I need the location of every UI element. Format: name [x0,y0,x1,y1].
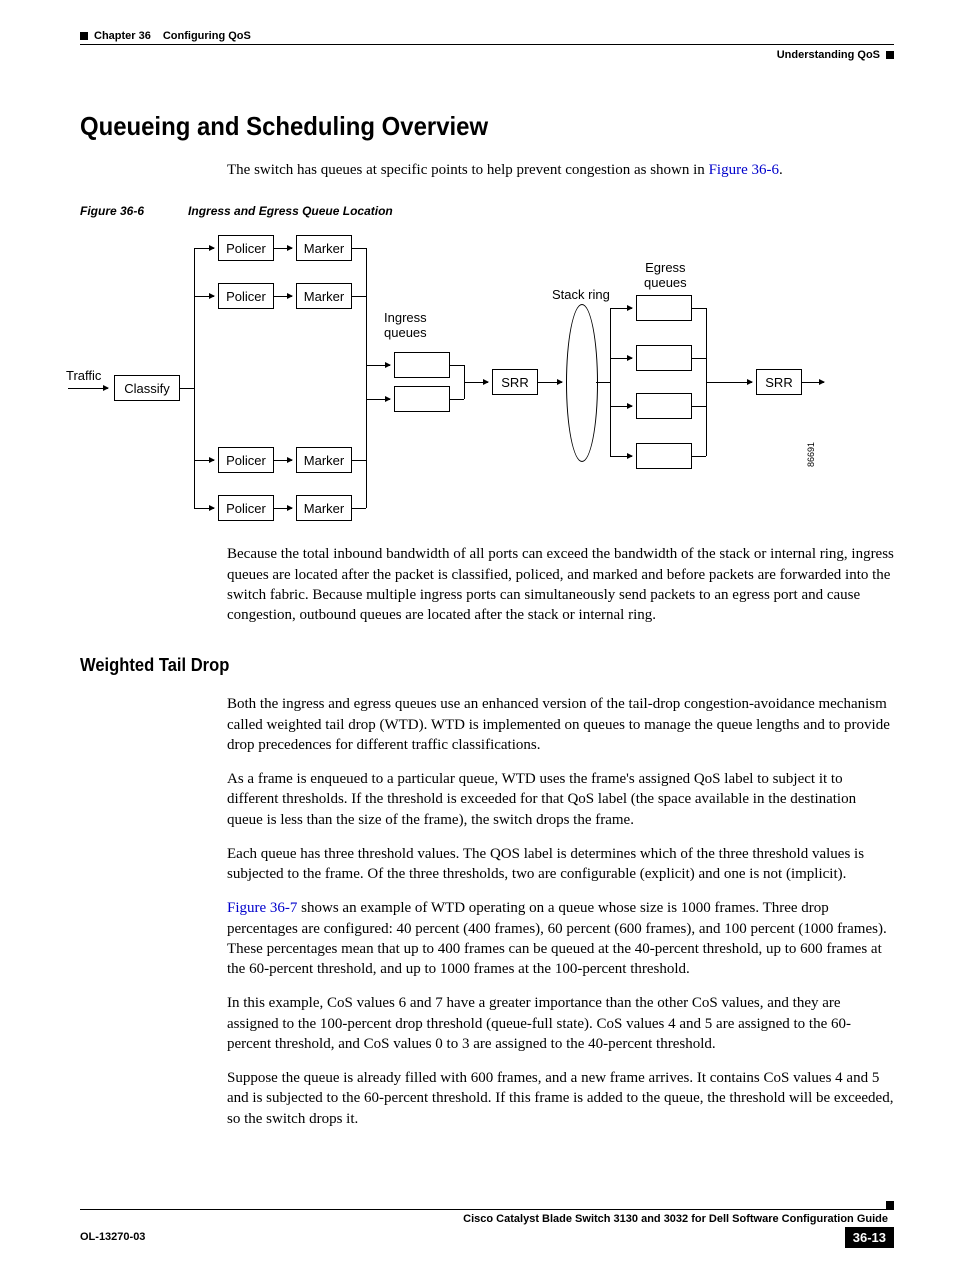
heading-1: Queueing and Scheduling Overview [80,111,829,142]
arrow-icon [706,382,752,383]
classify-box: Classify [114,375,180,401]
paragraph: Each queue has three threshold values. T… [227,844,894,885]
queue-box [394,352,450,378]
queue-box [636,295,692,321]
figure-title: Ingress and Egress Queue Location [188,204,393,218]
chapter-number: Chapter 36 [94,30,151,42]
figure-diagram: Traffic Classify Policer Policer Policer… [66,232,908,532]
page: Chapter 36 Configuring QoS Understanding… [0,0,954,1268]
policer-box: Policer [218,235,274,261]
header-tick-icon [886,51,894,59]
figure-link[interactable]: Figure 36-6 [709,162,779,178]
figure-number: Figure 36-6 [80,204,144,218]
paragraph: Both the ingress and egress queues use a… [227,694,894,755]
page-footer: Cisco Catalyst Blade Switch 3130 and 303… [80,1209,894,1225]
footer-tick-icon [886,1201,894,1209]
stack-ring-icon [566,304,598,462]
traffic-label: Traffic [66,368,101,383]
paragraph: Because the total inbound bandwidth of a… [227,544,894,625]
arrow-icon [274,508,292,509]
figure-caption: Figure 36-6 Ingress and Egress Queue Loca… [80,204,894,218]
section-title: Understanding QoS [777,49,880,61]
arrow-icon [274,460,292,461]
queue-box [394,386,450,412]
queue-box [636,393,692,419]
egress-label: Egress queues [644,260,687,290]
arrow-icon [464,382,488,383]
srr-box: SRR [492,369,538,395]
paragraph: Suppose the queue is already filled with… [227,1068,894,1129]
arrow-icon [274,248,292,249]
stack-ring-label: Stack ring [552,287,610,302]
figure-link[interactable]: Figure 36-7 [227,900,297,916]
header-tick-icon [80,32,88,40]
chapter-header: Chapter 36 Configuring QoS [80,30,894,45]
arrow-icon [610,308,632,309]
arrow-icon [366,399,390,400]
footer-bottom: OL-13270-03 36-13 [80,1227,894,1248]
arrow-icon [274,296,292,297]
policer-box: Policer [218,447,274,473]
arrow-icon [802,382,824,383]
paragraph: In this example, CoS values 6 and 7 have… [227,993,894,1054]
marker-box: Marker [296,447,352,473]
arrow-icon [194,248,214,249]
marker-box: Marker [296,495,352,521]
arrow-icon [68,388,108,389]
paragraph: As a frame is enqueued to a particular q… [227,769,894,830]
marker-box: Marker [296,235,352,261]
queue-box [636,345,692,371]
marker-box: Marker [296,283,352,309]
arrow-icon [610,406,632,407]
chapter-title: Configuring QoS [163,30,251,42]
arrow-icon [538,382,562,383]
guide-title: Cisco Catalyst Blade Switch 3130 and 303… [80,1213,894,1225]
srr-box: SRR [756,369,802,395]
page-number: 36-13 [845,1227,894,1248]
arrow-icon [610,456,632,457]
intro-paragraph: The switch has queues at specific points… [227,160,894,180]
arrow-icon [194,460,214,461]
heading-2: Weighted Tail Drop [80,655,829,676]
queue-box [636,443,692,469]
policer-box: Policer [218,495,274,521]
arrow-icon [194,508,214,509]
paragraph: Figure 36-7 shows an example of WTD oper… [227,898,894,979]
arrow-icon [194,296,214,297]
section-header: Understanding QoS [80,49,894,61]
ingress-label: Ingress queues [384,310,427,340]
arrow-icon [610,358,632,359]
arrow-icon [366,365,390,366]
document-id: OL-13270-03 [80,1231,145,1243]
figure-id: 86691 [806,442,816,467]
policer-box: Policer [218,283,274,309]
